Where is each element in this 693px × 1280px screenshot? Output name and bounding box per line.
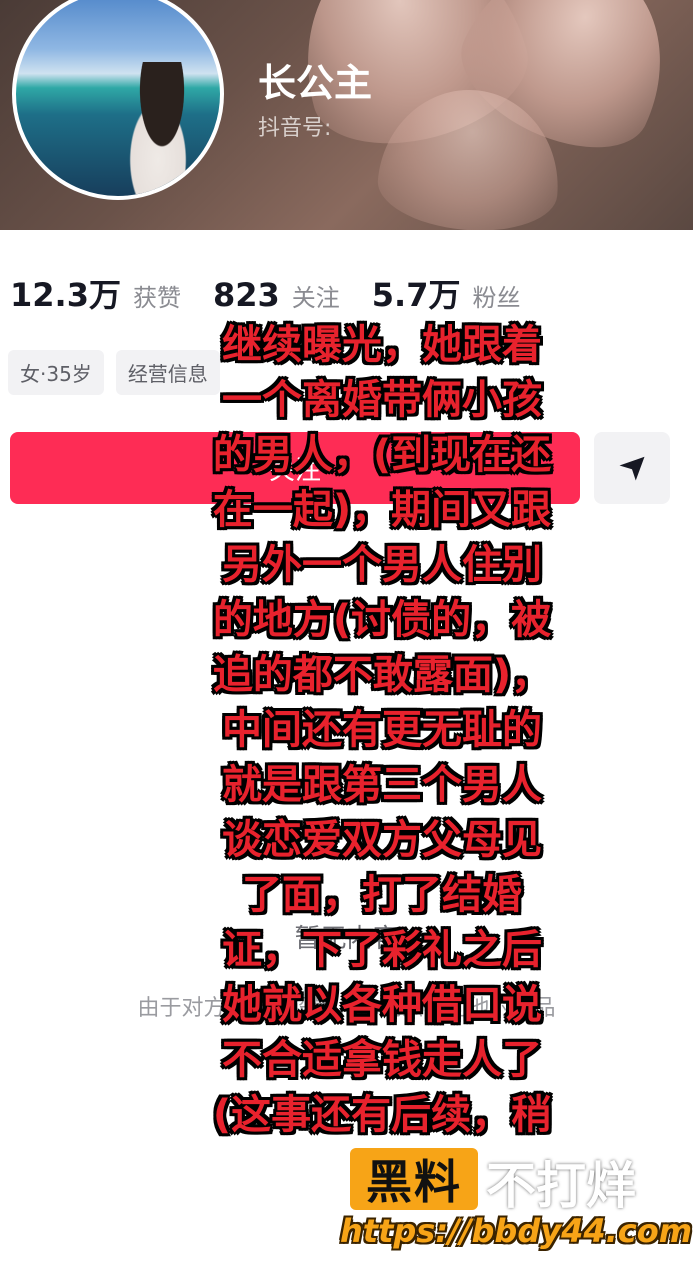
watermark-text: 不打烊 bbox=[486, 1157, 636, 1215]
overlay-line: (这事还有后续，稍 bbox=[212, 1092, 552, 1138]
overlay-line: 谈恋爱双方父母见 bbox=[222, 817, 542, 863]
overlay-line: 一个离婚带俩小孩 bbox=[222, 377, 542, 423]
overlay-line: 追的都不敢露面)， bbox=[212, 652, 552, 698]
watermark-badge: 黑料 bbox=[350, 1148, 478, 1210]
stat-following-value: 823 bbox=[212, 276, 280, 314]
overlay-line: 证，下了彩礼之后 bbox=[222, 927, 542, 973]
stat-followers-value: 5.7万 bbox=[371, 276, 461, 314]
overlay-line: 不合适拿钱走人了 bbox=[222, 1037, 542, 1083]
profile-header-background: 长公主 抖音号: bbox=[0, 0, 693, 230]
stat-likes-label: 获赞 bbox=[132, 284, 181, 312]
watermark-url: https://bbdy44.com bbox=[340, 1212, 693, 1250]
stat-likes-value: 12.3万 bbox=[10, 276, 121, 314]
avatar-person-figure bbox=[126, 62, 206, 196]
overlay-caption: 继续曝光，她跟着 一个离婚带俩小孩 的男人，(到现在还 在一起)，期间又跟 另外… bbox=[186, 318, 578, 1143]
stat-followers[interactable]: 5.7万 粉丝 bbox=[372, 270, 521, 316]
stat-likes[interactable]: 12.3万 获赞 bbox=[10, 270, 181, 316]
stat-following-label: 关注 bbox=[291, 284, 340, 312]
overlay-line: 中间还有更无耻的 bbox=[222, 707, 542, 753]
overlay-line: 就是跟第三个男人 bbox=[222, 762, 542, 808]
avatar[interactable] bbox=[12, 0, 224, 200]
overlay-line: 继续曝光，她跟着 bbox=[222, 322, 542, 368]
overlay-line: 另外一个男人住别 bbox=[222, 542, 542, 588]
douyin-id-label: 抖音号: bbox=[258, 116, 332, 141]
share-button[interactable] bbox=[594, 432, 670, 504]
profile-stats: 12.3万 获赞 823 关注 5.7万 粉丝 bbox=[10, 270, 552, 316]
overlay-line: 的男人，(到现在还 bbox=[212, 432, 552, 478]
overlay-line: 的地方(讨债的，被 bbox=[212, 597, 552, 643]
tag-gender-age: 女·35岁 bbox=[8, 350, 104, 395]
stat-following[interactable]: 823 关注 bbox=[213, 276, 340, 314]
paper-plane-icon bbox=[619, 456, 645, 481]
overlay-line: 了面，打了结婚 bbox=[242, 872, 522, 918]
stat-followers-label: 粉丝 bbox=[472, 284, 521, 312]
overlay-line: 她就以各种借口说 bbox=[222, 982, 542, 1028]
profile-name: 长公主 bbox=[258, 61, 373, 105]
overlay-line: 在一起)，期间又跟 bbox=[212, 487, 552, 533]
